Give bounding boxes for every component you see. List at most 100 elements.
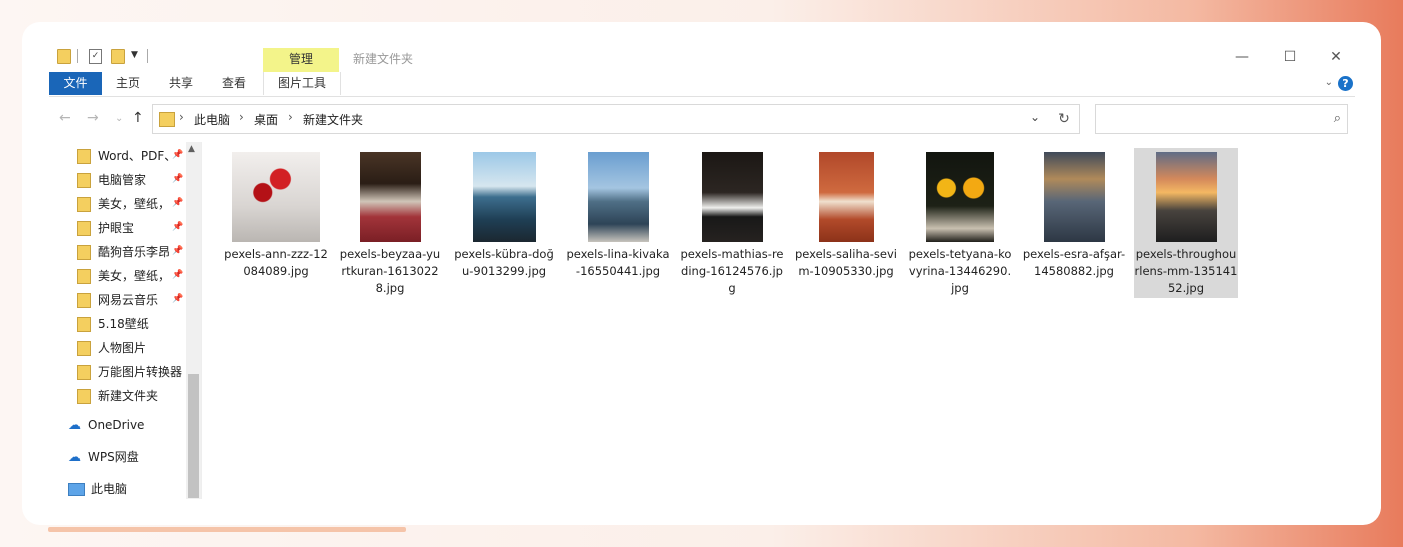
ribbon-tabs: 文件 主页 共享 查看 图片工具 ⌄ ? bbox=[49, 72, 1355, 97]
sidebar-item-label: 电脑管家 bbox=[98, 173, 147, 187]
sidebar-item-label: 酷狗音乐李昂 bbox=[98, 245, 171, 259]
pin-icon: 📌 bbox=[172, 150, 184, 160]
sidebar-item-label: 此电脑 bbox=[91, 482, 128, 496]
sidebar-item-label: 美女，壁纸， bbox=[98, 269, 171, 283]
breadcrumb-separator[interactable]: › bbox=[179, 110, 184, 124]
close-button[interactable]: ✕ bbox=[1313, 46, 1359, 68]
breadcrumb-this-pc[interactable]: 此电脑 bbox=[194, 111, 230, 128]
folder-icon bbox=[77, 149, 91, 164]
sidebar-item-label: 人物图片 bbox=[98, 341, 147, 355]
sidebar-item-label: OneDrive bbox=[88, 418, 145, 432]
folder-icon[interactable] bbox=[57, 49, 71, 64]
file-item[interactable]: pexels-throughourlens-mm-13514152.jpg bbox=[1134, 148, 1238, 298]
file-item[interactable]: pexels-esra-afşar-14580882.jpg bbox=[1022, 148, 1126, 298]
divider bbox=[147, 49, 148, 63]
context-tab-manage[interactable]: 管理 bbox=[263, 48, 339, 72]
file-name: pexels-esra-afşar-14580882.jpg bbox=[1022, 247, 1126, 278]
pin-icon: 📌 bbox=[172, 174, 184, 184]
sidebar-item-label: 5.18壁纸 bbox=[98, 317, 149, 331]
folder-icon bbox=[77, 341, 91, 356]
image-thumbnail bbox=[819, 152, 874, 242]
folder-icon bbox=[77, 269, 91, 284]
tab-picture-tools[interactable]: 图片工具 bbox=[263, 72, 341, 95]
maximize-button[interactable]: ☐ bbox=[1267, 46, 1313, 68]
folder-icon bbox=[77, 317, 91, 332]
forward-arrow-icon[interactable]: → bbox=[87, 110, 99, 126]
file-item[interactable]: pexels-kübra-doğu-9013299.jpg bbox=[452, 148, 556, 298]
image-thumbnail bbox=[702, 152, 763, 242]
image-thumbnail bbox=[232, 152, 320, 242]
search-icon[interactable]: ⌕ bbox=[1334, 111, 1341, 126]
pin-icon: 📌 bbox=[172, 294, 184, 304]
title-bar: ✓ ▼ 管理 新建文件夹 — ☐ ✕ bbox=[49, 44, 1355, 72]
file-explorer-window: ✓ ▼ 管理 新建文件夹 — ☐ ✕ 文件 主页 共享 查看 图片工具 ⌄ ? … bbox=[49, 44, 1355, 499]
customize-toolbar-icon[interactable]: ▼ bbox=[131, 50, 138, 60]
sidebar-item-label: 网易云音乐 bbox=[98, 293, 159, 307]
image-thumbnail bbox=[473, 152, 536, 242]
tab-home[interactable]: 主页 bbox=[106, 72, 150, 95]
back-arrow-icon[interactable]: ← bbox=[59, 110, 71, 126]
file-item[interactable]: pexels-mathias-reding-16124576.jpg bbox=[680, 148, 784, 298]
file-name: pexels-ann-zzz-12084089.jpg bbox=[224, 247, 328, 278]
file-item[interactable]: pexels-beyzaa-yurtkuran-16130228.jpg bbox=[338, 148, 442, 298]
sidebar-item-label: WPS网盘 bbox=[88, 450, 139, 464]
folder-icon bbox=[77, 365, 91, 380]
file-name: pexels-throughourlens-mm-13514152.jpg bbox=[1134, 247, 1238, 295]
breadcrumb-separator[interactable]: › bbox=[239, 110, 244, 124]
breadcrumb-separator[interactable]: › bbox=[288, 110, 293, 124]
help-icon[interactable]: ? bbox=[1338, 76, 1353, 91]
refresh-button[interactable]: ↻ bbox=[1049, 104, 1080, 134]
sidebar-item-label: 新建文件夹 bbox=[98, 389, 159, 403]
properties-icon[interactable]: ✓ bbox=[89, 49, 102, 64]
scroll-up-icon[interactable]: ▲ bbox=[188, 144, 195, 154]
image-thumbnail bbox=[926, 152, 994, 242]
sidebar-item-this-pc[interactable]: 此电脑 bbox=[68, 478, 127, 499]
new-folder-icon[interactable] bbox=[111, 49, 125, 64]
search-box[interactable]: ⌕ bbox=[1095, 104, 1348, 134]
tab-view[interactable]: 查看 bbox=[212, 72, 256, 95]
up-arrow-icon[interactable]: ↑ bbox=[132, 110, 144, 126]
image-thumbnail bbox=[1156, 152, 1217, 242]
tab-share[interactable]: 共享 bbox=[159, 72, 203, 95]
folder-icon bbox=[77, 293, 91, 308]
recent-locations-icon[interactable]: ⌄ bbox=[115, 113, 123, 124]
navigation-bar: ← → ⌄ ↑ › 此电脑 › 桌面 › 新建文件夹 ⌄ ↻ ⌕ bbox=[49, 104, 1355, 134]
cloud-icon: ☁ bbox=[68, 450, 81, 465]
folder-icon bbox=[77, 245, 91, 260]
file-item[interactable]: pexels-lina-kivaka-16550441.jpg bbox=[566, 148, 670, 298]
folder-icon bbox=[77, 197, 91, 212]
minimize-button[interactable]: — bbox=[1219, 46, 1265, 68]
breadcrumb-desktop[interactable]: 桌面 bbox=[254, 111, 278, 128]
image-thumbnail bbox=[588, 152, 649, 242]
divider bbox=[77, 49, 78, 63]
address-dropdown-icon[interactable]: ⌄ bbox=[1030, 110, 1040, 124]
sidebar-item-wps-drive[interactable]: ☁ WPS网盘 bbox=[68, 446, 139, 469]
file-item[interactable]: pexels-tetyana-kovyrina-13446290.jpg bbox=[908, 148, 1012, 298]
pin-icon: 📌 bbox=[172, 246, 184, 256]
computer-icon bbox=[68, 483, 85, 496]
file-item[interactable]: pexels-saliha-sevim-10905330.jpg bbox=[794, 148, 898, 298]
sidebar-item-onedrive[interactable]: ☁ OneDrive bbox=[68, 414, 144, 437]
tab-file[interactable]: 文件 bbox=[49, 72, 102, 95]
sidebar-item[interactable]: 人物图片 bbox=[77, 337, 197, 359]
address-bar[interactable]: › 此电脑 › 桌面 › 新建文件夹 ⌄ bbox=[152, 104, 1080, 134]
folder-icon bbox=[77, 173, 91, 188]
expand-ribbon-icon[interactable]: ⌄ bbox=[1325, 77, 1333, 88]
breadcrumb-current-folder[interactable]: 新建文件夹 bbox=[303, 111, 363, 128]
cloud-icon: ☁ bbox=[68, 418, 81, 433]
background-accent-bar bbox=[48, 527, 406, 532]
folder-icon bbox=[77, 389, 91, 404]
folder-icon bbox=[159, 112, 175, 127]
pin-icon: 📌 bbox=[172, 270, 184, 280]
sidebar-item[interactable]: 5.18壁纸 bbox=[77, 313, 197, 335]
image-thumbnail bbox=[1044, 152, 1105, 242]
pin-icon: 📌 bbox=[172, 198, 184, 208]
scrollbar-thumb[interactable] bbox=[188, 374, 199, 498]
folder-icon bbox=[77, 221, 91, 236]
window-title: 新建文件夹 bbox=[353, 52, 414, 66]
file-item[interactable]: pexels-ann-zzz-12084089.jpg bbox=[224, 148, 328, 298]
sidebar-item[interactable]: 万能图片转换器 bbox=[77, 361, 197, 383]
sidebar-item[interactable]: 新建文件夹 bbox=[77, 385, 197, 407]
navigation-pane: Word、PDF、 📌 电脑管家 📌 美女，壁纸， 📌 护眼宝 📌 酷狗音乐李昂 📌 美女，壁纸， 📌… bbox=[49, 142, 201, 499]
file-name: pexels-kübra-doğu-9013299.jpg bbox=[454, 247, 554, 278]
